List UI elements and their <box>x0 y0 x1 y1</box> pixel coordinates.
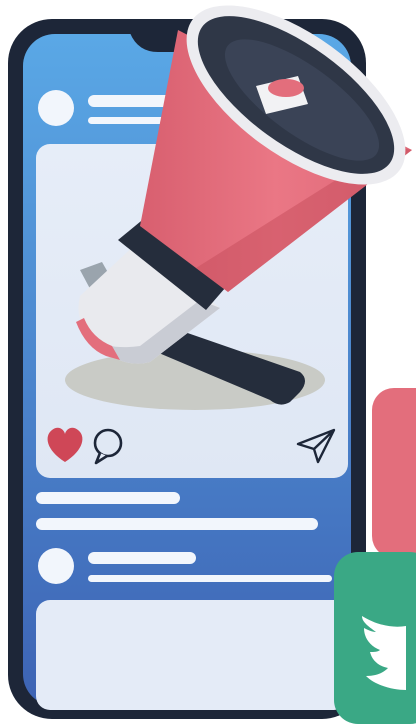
megaphone-button <box>268 79 304 97</box>
post-card-2 <box>36 600 348 710</box>
caption-line-2 <box>36 518 318 530</box>
social-media-megaphone-illustration <box>8 5 416 724</box>
avatar-icon <box>38 548 74 584</box>
username-placeholder <box>88 552 196 564</box>
pink-social-tile <box>372 388 416 558</box>
twitter-tile[interactable] <box>334 552 416 724</box>
avatar-icon <box>38 90 74 126</box>
subtitle-placeholder <box>88 575 332 582</box>
caption-line-1 <box>36 492 180 504</box>
